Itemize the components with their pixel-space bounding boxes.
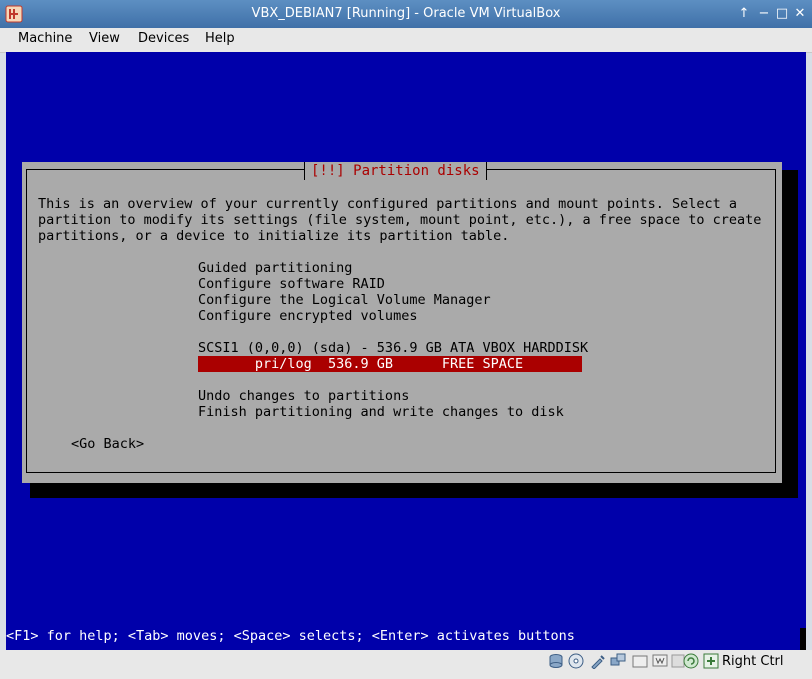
menubar: Machine View Devices Help xyxy=(0,28,812,53)
menu-machine[interactable]: Machine xyxy=(18,31,72,46)
option-software-raid[interactable]: Configure software RAID xyxy=(198,276,385,292)
description-line-2: partition to modify its settings (file s… xyxy=(38,212,762,228)
disk-entry[interactable]: SCSI1 (0,0,0) (sda) - 536.9 GB ATA VBOX … xyxy=(198,340,588,356)
usb-icon[interactable] xyxy=(590,653,606,669)
host-key-label: Right Ctrl xyxy=(722,654,784,669)
shared-folders-icon[interactable] xyxy=(632,653,648,669)
go-back-button[interactable]: <Go Back> xyxy=(71,436,144,452)
guest-screen[interactable]: [!!] Partition disks This is an overview… xyxy=(6,52,806,650)
description-line-1: This is an overview of your currently co… xyxy=(38,196,737,212)
option-encrypted-volumes[interactable]: Configure encrypted volumes xyxy=(198,308,417,324)
text-cursor xyxy=(800,628,806,650)
mouse-integration-icon[interactable] xyxy=(683,653,699,669)
partition-disks-dialog: [!!] Partition disks This is an overview… xyxy=(22,162,782,483)
close-button[interactable]: ✕ xyxy=(792,6,808,22)
display-icon[interactable] xyxy=(652,653,668,669)
menu-help[interactable]: Help xyxy=(205,31,235,46)
host-key-icon xyxy=(703,653,719,669)
keep-above-button[interactable]: ↑ xyxy=(736,6,752,22)
dialog-title: [!!] Partition disks xyxy=(304,162,487,180)
hard-disk-icon[interactable] xyxy=(548,653,564,669)
option-lvm[interactable]: Configure the Logical Volume Manager xyxy=(198,292,491,308)
optical-drive-icon[interactable] xyxy=(568,653,584,669)
option-guided-partitioning[interactable]: Guided partitioning xyxy=(198,260,352,276)
undo-changes-option[interactable]: Undo changes to partitions xyxy=(198,388,409,404)
network-icon[interactable] xyxy=(610,653,626,669)
window-title: VBX_DEBIAN7 [Running] - Oracle VM Virtua… xyxy=(251,6,561,21)
menu-devices[interactable]: Devices xyxy=(138,31,189,46)
finish-partitioning-option[interactable]: Finish partitioning and write changes to… xyxy=(198,404,564,420)
selected-partition-free-space[interactable]: pri/log 536.9 GB FREE SPACE xyxy=(198,356,582,372)
help-line: <F1> for help; <Tab> moves; <Space> sele… xyxy=(6,628,575,644)
window-titlebar: VBX_DEBIAN7 [Running] - Oracle VM Virtua… xyxy=(0,0,812,28)
description-line-3: partitions, or a device to initialize it… xyxy=(38,228,510,244)
maximize-button[interactable]: □ xyxy=(774,6,790,22)
minimize-button[interactable]: − xyxy=(756,6,772,22)
menu-view[interactable]: View xyxy=(89,31,120,46)
